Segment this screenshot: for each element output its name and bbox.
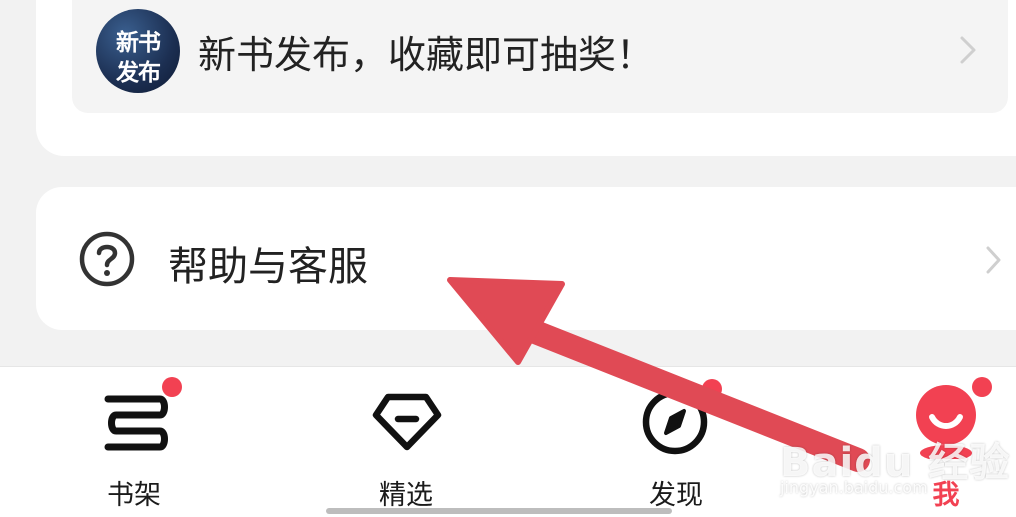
- bookshelf-icon: [104, 395, 168, 451]
- tab-label: 发现: [649, 480, 703, 511]
- notification-dot: [972, 377, 992, 397]
- diamond-icon: [372, 393, 442, 451]
- new-book-avatar: 新书 发布: [96, 9, 180, 93]
- question-circle-icon: [79, 231, 135, 287]
- compass-icon: [642, 389, 708, 455]
- notification-dot: [162, 377, 182, 397]
- tab-featured[interactable]: 精选: [336, 367, 476, 517]
- avatar-line-1: 新书: [116, 30, 161, 56]
- tab-label: 书架: [107, 480, 161, 511]
- home-indicator: [326, 508, 672, 514]
- watermark-url: jingyan.baidu.com: [780, 478, 928, 497]
- tab-bookshelf[interactable]: 书架: [64, 367, 204, 517]
- chevron-right-icon: [986, 246, 1001, 274]
- notification-dot: [702, 379, 722, 399]
- chevron-right-icon: [960, 36, 976, 64]
- tab-discover[interactable]: 发现: [606, 367, 746, 517]
- avatar-line-2: 发布: [116, 60, 161, 86]
- help-label: 帮助与客服: [168, 244, 368, 290]
- promo-text: 新书发布，收藏即可抽奖！: [198, 33, 655, 77]
- tab-label: 精选: [379, 480, 433, 511]
